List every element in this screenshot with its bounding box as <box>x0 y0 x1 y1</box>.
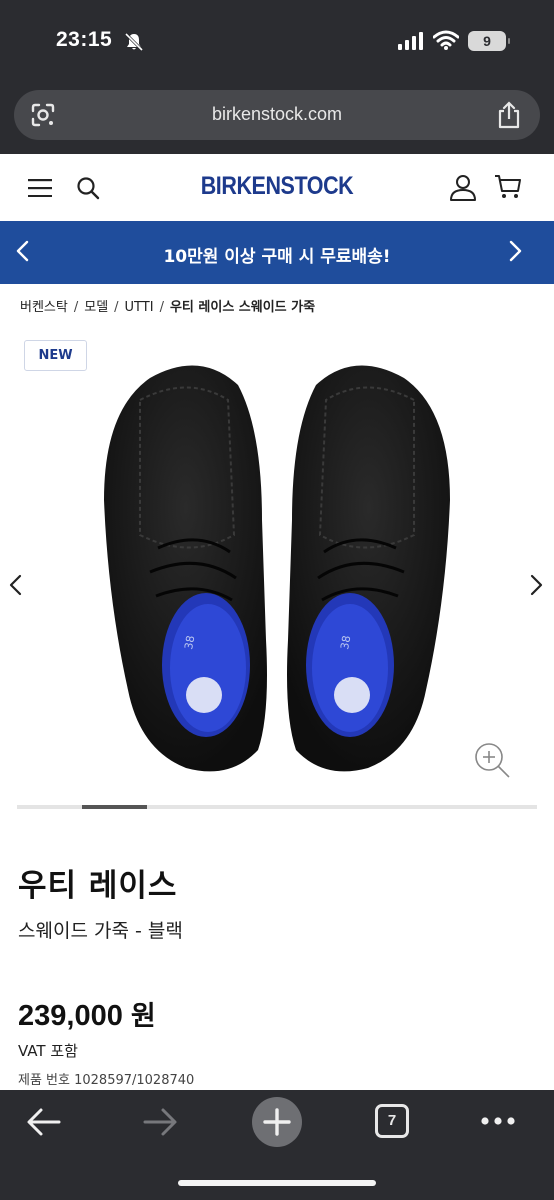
cart-icon[interactable] <box>494 173 522 201</box>
signal-icon <box>398 32 423 50</box>
breadcrumb-current: 우티 레이스 스웨이드 가죽 <box>169 300 316 315</box>
more-icon[interactable] <box>480 1116 516 1126</box>
new-badge: NEW <box>24 340 87 371</box>
gallery-progress <box>17 805 537 809</box>
site-logo[interactable]: BIRKENSTOCK <box>39 172 515 201</box>
url-text[interactable]: birkenstock.com <box>14 104 540 125</box>
breadcrumb-item[interactable]: 모델 <box>84 296 108 315</box>
status-bar: 23:15 9 <box>0 0 554 82</box>
gallery-prev-icon[interactable] <box>8 574 24 596</box>
vat-note: VAT 포함 <box>18 1042 78 1060</box>
svg-text:38: 38 <box>338 634 353 650</box>
address-bar[interactable]: birkenstock.com <box>14 90 540 140</box>
breadcrumb-item[interactable]: UTTI <box>125 300 154 315</box>
breadcrumb-item[interactable]: 버켄스탁 <box>20 296 68 315</box>
chevron-right-icon[interactable] <box>506 239 524 263</box>
new-tab-button[interactable] <box>252 1097 302 1147</box>
browser-toolbar: birkenstock.com <box>0 82 554 154</box>
user-icon[interactable] <box>449 173 477 201</box>
gallery-progress-thumb <box>82 805 147 809</box>
battery-indicator: 9 <box>468 31 510 51</box>
gallery-next-icon[interactable] <box>528 574 544 596</box>
promo-text[interactable]: 10만원 이상 구매 시 무료배송! <box>0 242 554 267</box>
back-arrow-icon[interactable] <box>26 1106 62 1138</box>
plus-icon <box>263 1108 291 1136</box>
status-time: 23:15 <box>56 28 113 51</box>
product-title: 우티 레이스 <box>18 868 178 904</box>
bell-slash-icon <box>124 32 144 52</box>
svg-text:38: 38 <box>182 634 197 650</box>
product-image[interactable]: 38 38 <box>0 345 554 795</box>
price-currency: 원 <box>130 1001 156 1032</box>
product-price: 239,000 원 <box>18 994 156 1033</box>
browser-bottom-bar: 7 <box>0 1090 554 1200</box>
breadcrumb: 버켄스탁 / 모델 / UTTI / 우티 레이스 스웨이드 가죽 <box>20 296 315 315</box>
breadcrumb-separator: / <box>114 300 119 315</box>
home-indicator <box>178 1180 376 1186</box>
wifi-icon <box>433 30 459 50</box>
tab-switcher-button[interactable]: 7 <box>375 1104 409 1138</box>
share-icon[interactable] <box>496 100 522 130</box>
forward-arrow-icon[interactable] <box>142 1106 178 1138</box>
product-subtitle: 스웨이드 가죽 - 블랙 <box>18 920 183 942</box>
product-number: 제품 번호 1028597/1028740 <box>18 1073 195 1088</box>
breadcrumb-separator: / <box>159 300 164 315</box>
price-value: 239,000 <box>18 1000 123 1032</box>
breadcrumb-separator: / <box>73 300 79 315</box>
promo-banner: 10만원 이상 구매 시 무료배송! <box>0 221 554 284</box>
site-header: BIRKENSTOCK <box>0 154 554 221</box>
zoom-icon[interactable] <box>472 740 512 780</box>
